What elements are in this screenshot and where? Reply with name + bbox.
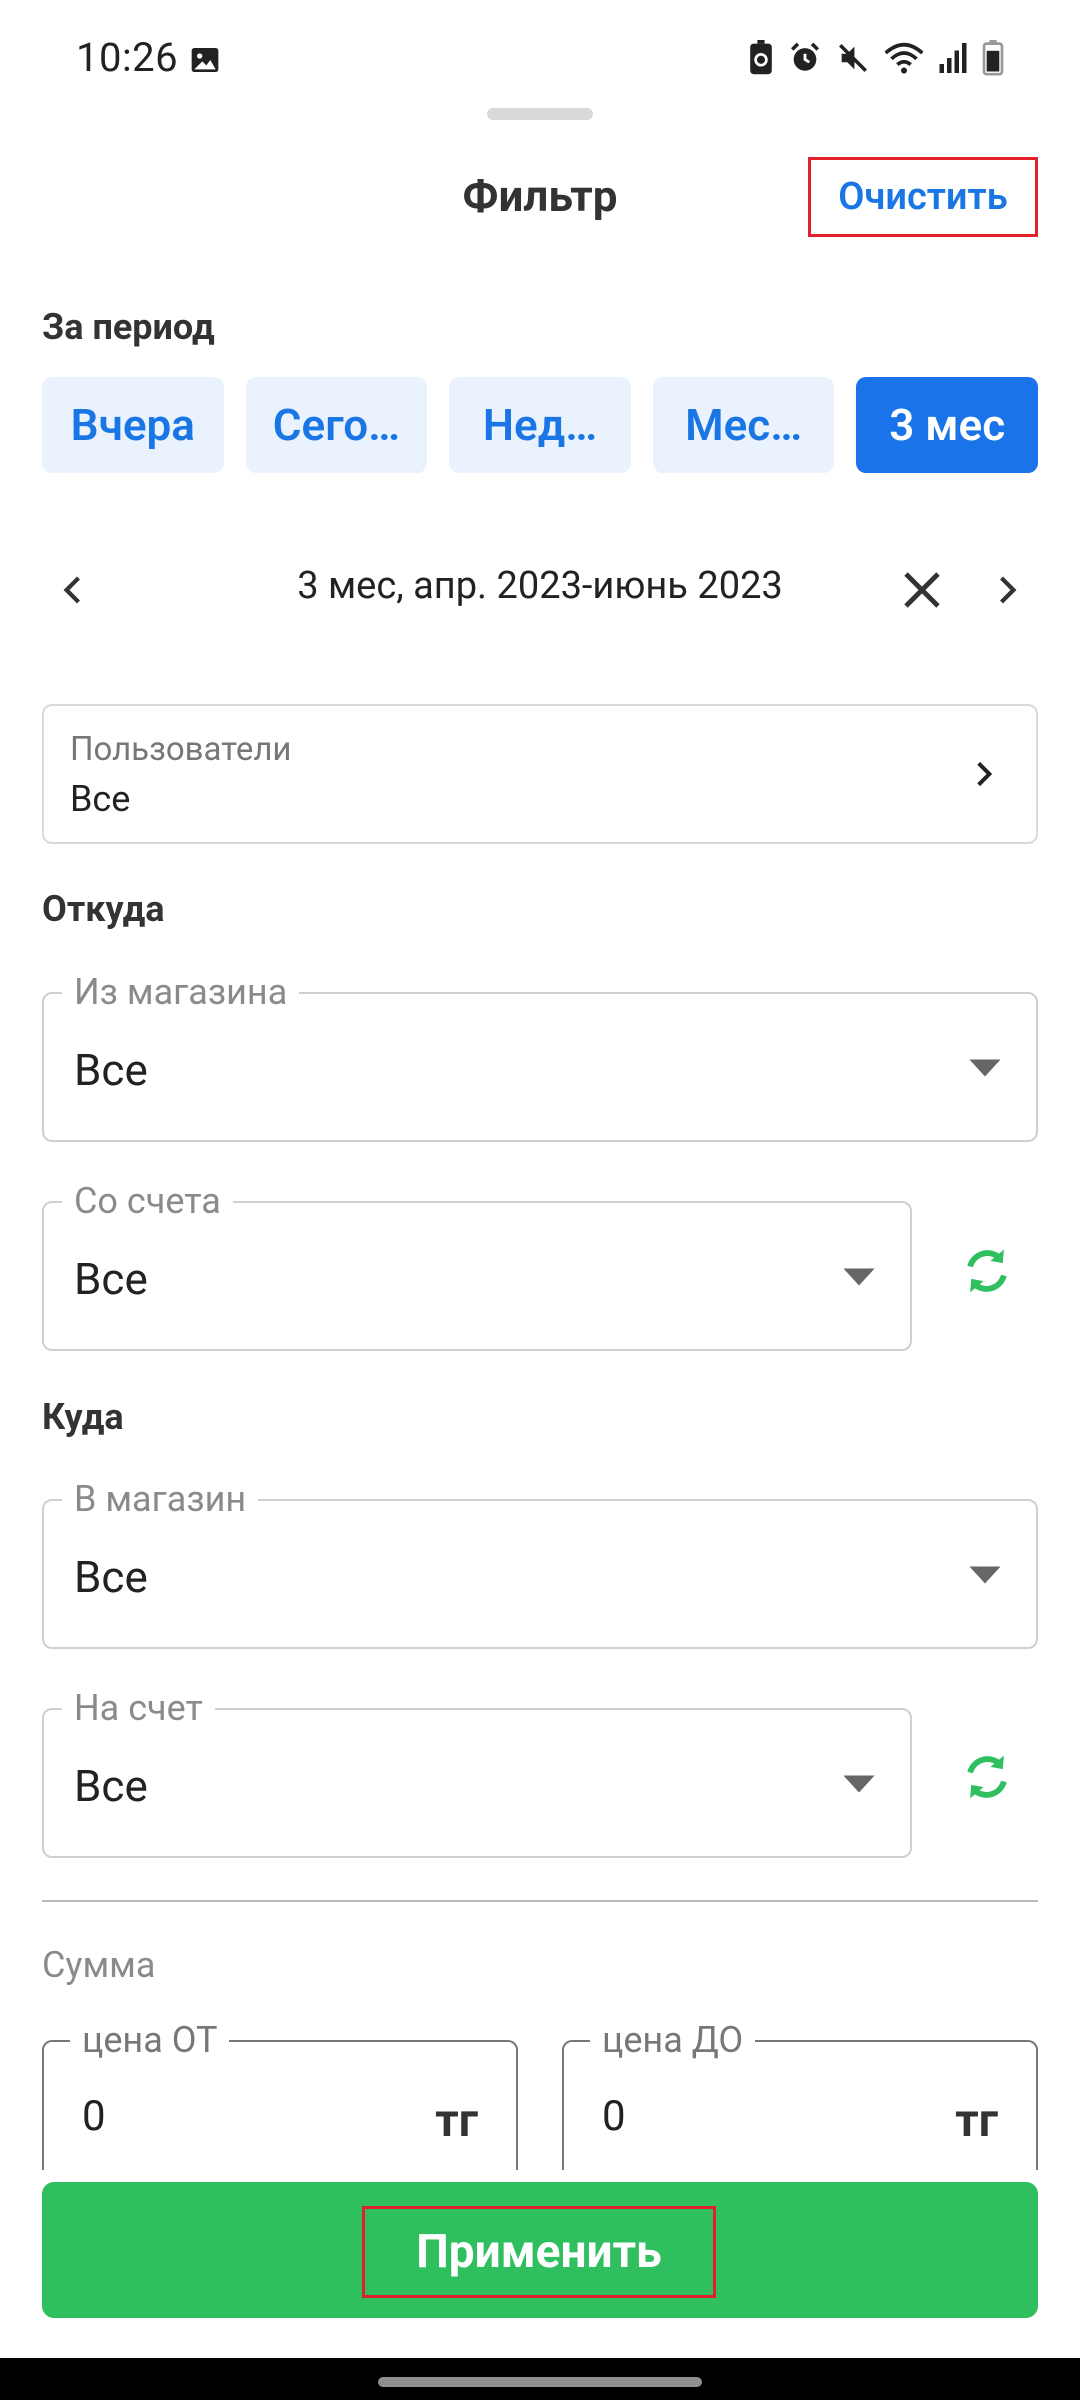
sheet-drag-handle[interactable] — [487, 108, 593, 120]
to-account-value: Все — [74, 1760, 148, 1812]
price-from-value: 0 — [82, 2092, 106, 2141]
users-value: Все — [70, 778, 131, 820]
date-range-row: 3 мес, апр. 2023-июнь 2023 — [0, 550, 1080, 630]
period-chip-today[interactable]: Сего… — [245, 377, 428, 473]
to-label: Куда — [42, 1396, 124, 1438]
from-store-value: Все — [74, 1044, 148, 1096]
apply-button-label[interactable]: Применить — [362, 2206, 716, 2298]
period-chip-month[interactable]: Мес… — [652, 377, 835, 473]
sum-label: Сумма — [42, 1944, 156, 1986]
to-store-select[interactable]: В магазин Все — [42, 1477, 1038, 1649]
from-label: Откуда — [42, 888, 165, 930]
from-account-select[interactable]: Со счета Все — [42, 1179, 912, 1351]
status-bar: 10:26 — [0, 0, 1080, 120]
signal-icon — [939, 43, 967, 73]
sync-icon[interactable] — [960, 1750, 1014, 1804]
status-time: 10:26 — [76, 34, 179, 81]
from-store-select[interactable]: Из магазина Все — [42, 970, 1038, 1142]
divider — [42, 1900, 1038, 1902]
to-account-select[interactable]: На счет Все — [42, 1686, 912, 1858]
from-account-value: Все — [74, 1253, 148, 1305]
price-to-currency: тг — [955, 2094, 998, 2148]
battery-saver-icon — [750, 40, 772, 75]
sync-icon[interactable] — [960, 1244, 1014, 1298]
image-icon — [191, 48, 219, 72]
period-chip-yesterday[interactable]: Вчера — [42, 377, 224, 473]
mute-icon — [838, 43, 868, 73]
period-chip-week[interactable]: Нед… — [449, 377, 631, 473]
home-gesture-pill[interactable] — [378, 2377, 702, 2387]
filter-screen: 10:26 Фильтр Очистить За период Вчера Се… — [0, 0, 1080, 2358]
system-nav-bar — [0, 2358, 1080, 2400]
status-icons — [748, 40, 1004, 76]
caret-down-icon — [843, 1268, 875, 1286]
price-to-legend: цена ДО — [590, 2018, 756, 2062]
to-store-legend: В магазин — [62, 1477, 259, 1521]
from-account-legend: Со счета — [62, 1179, 233, 1223]
period-label: За период — [42, 306, 215, 348]
price-to-value: 0 — [602, 2092, 626, 2141]
period-chips: Вчера Сего… Нед… Мес… 3 мес — [42, 377, 1038, 473]
to-store-value: Все — [74, 1551, 148, 1603]
battery-icon — [982, 40, 1004, 76]
period-chip-3-months[interactable]: 3 мес — [856, 377, 1038, 473]
clear-button[interactable]: Очистить — [808, 157, 1038, 237]
alarm-icon — [790, 42, 820, 71]
wifi-icon — [884, 42, 924, 74]
chevron-left-icon[interactable] — [56, 568, 92, 612]
caret-down-icon — [843, 1775, 875, 1793]
caret-down-icon — [969, 1566, 1001, 1584]
to-account-legend: На счет — [62, 1686, 215, 1730]
price-from-currency: тг — [435, 2094, 478, 2148]
from-store-legend: Из магазина — [62, 970, 300, 1014]
caret-down-icon — [969, 1059, 1001, 1077]
price-from-legend: цена ОТ — [70, 2018, 230, 2062]
close-icon[interactable] — [898, 566, 946, 614]
chevron-right-icon[interactable] — [988, 568, 1024, 612]
chevron-right-icon — [977, 761, 993, 787]
users-selector[interactable]: Пользователи Все — [42, 704, 1038, 844]
users-caption: Пользователи — [70, 730, 292, 769]
